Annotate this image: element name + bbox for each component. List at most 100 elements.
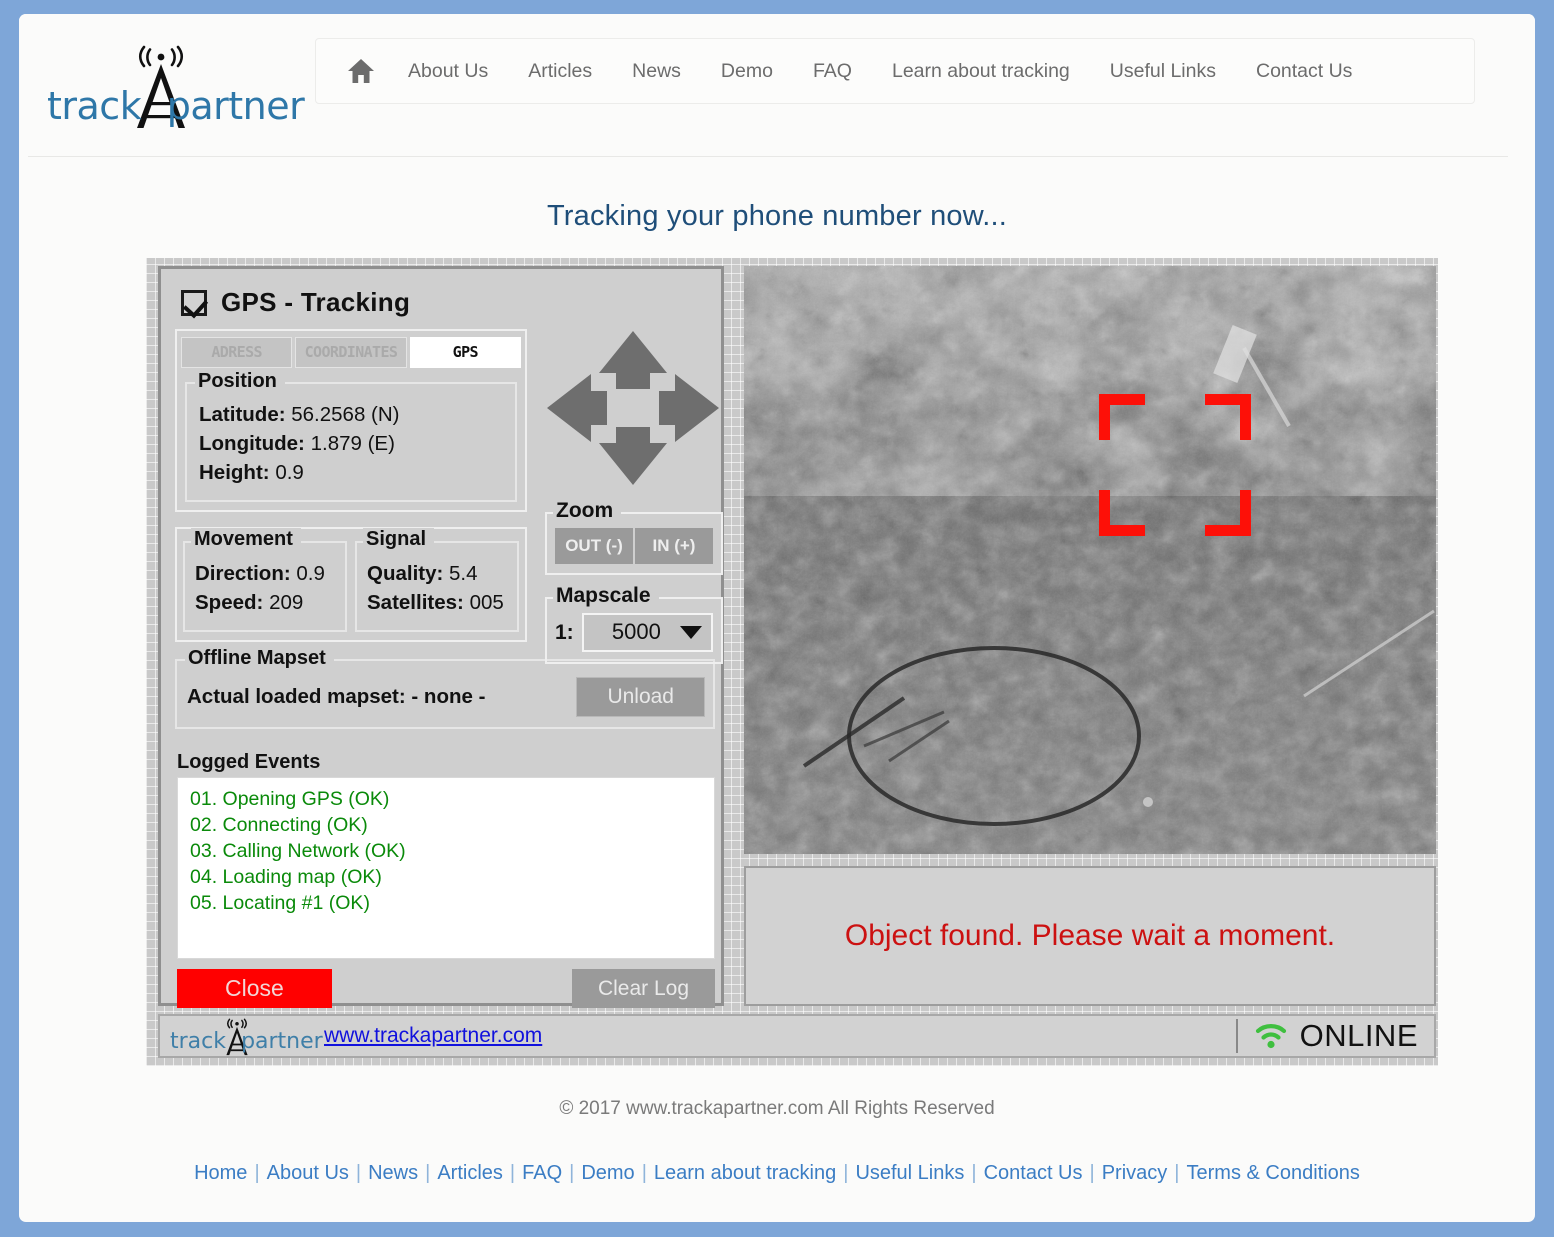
longitude-label: Longitude: [199,432,305,455]
unload-button[interactable]: Unload [576,677,705,717]
site-logo[interactable]: trackApartner [47,34,305,134]
latitude-label: Latitude: [199,403,286,426]
footer-link-news[interactable]: News [366,1162,420,1184]
status-bar-url-link[interactable]: www.trackapartner.com [324,1024,542,1048]
footer-link-demo[interactable]: Demo [579,1162,636,1184]
movement-group: Movement Direction: 0.9 Speed: 209 [183,528,347,632]
nav-item-useful-links[interactable]: Useful Links [1090,38,1236,104]
footer-separator: | [355,1162,362,1184]
height-value: 0.9 [275,461,304,484]
footer-separator: | [1089,1162,1095,1184]
footer-links: Home | About Us | News | Articles | FAQ | Demo | Lea… [19,1162,1535,1185]
mapscale-group: Mapscale 1: 5000 [545,584,723,664]
header-divider [28,156,1508,157]
footer-link-home[interactable]: Home [192,1162,249,1184]
nav-item-demo[interactable]: Demo [701,38,793,104]
footer-separator: | [641,1162,647,1184]
map-imagery [744,266,1436,854]
footer-separator: | [843,1162,849,1184]
mapscale-prefix: 1: [555,620,574,644]
logged-events-list[interactable]: 01. Opening GPS (OK) 02. Connecting (OK)… [177,777,715,959]
page-title: Tracking your phone number now... [546,200,1008,232]
nav-item-home[interactable] [334,39,388,103]
tracking-app-shell: GPS - Tracking ADRESS COORDINATES GPS Po… [146,258,1438,1066]
status-logo-partner: partner [241,1029,323,1054]
info-tabs-block: ADRESS COORDINATES GPS Position Latitude… [175,329,527,512]
footer-separator: | [1174,1162,1180,1184]
footer-separator: | [254,1162,260,1184]
position-group: Position Latitude: 56.2568 (N) Longitude… [185,370,517,502]
main-navigation: About Us Articles News Demo FAQ Learn ab… [315,38,1475,104]
footer-link-articles[interactable]: Articles [435,1162,505,1184]
tab-gps[interactable]: GPS [409,337,521,368]
status-logo-track: track [170,1029,226,1054]
footer-link-useful-links[interactable]: Useful Links [853,1162,966,1184]
direction-value: 0.9 [296,562,325,585]
panel-title: GPS - Tracking [221,287,411,317]
map-controls-column: Zoom OUT (-) IN (+) Mapscale 1: 5000 [545,329,723,664]
nav-item-faq[interactable]: FAQ [793,38,872,104]
mapscale-legend: Mapscale [553,584,659,608]
satellites-value: 005 [469,591,504,614]
page-card: trackApartner About Us Articles News Dem… [19,14,1535,1222]
footer-separator: | [971,1162,977,1184]
reticle-corner [1099,394,1145,440]
tab-adress[interactable]: ADRESS [181,337,293,368]
footer-link-contact-us[interactable]: Contact Us [982,1162,1085,1184]
satellite-map[interactable] [744,266,1436,854]
nav-item-articles[interactable]: Articles [508,38,612,104]
movement-legend: Movement [191,528,301,551]
footer-link-terms[interactable]: Terms & Conditions [1185,1162,1362,1184]
nav-item-news[interactable]: News [612,38,701,104]
home-icon [348,59,374,83]
close-button[interactable]: Close [177,969,332,1008]
zoom-group: Zoom OUT (-) IN (+) [545,499,723,575]
footer-link-learn-about-tracking[interactable]: Learn about tracking [652,1162,838,1184]
app-status-bar: trackApartner www.trackapartner.com ONLI… [158,1014,1436,1058]
log-button-row: Close Clear Log [177,969,715,1008]
logged-events-title: Logged Events [177,751,321,773]
panel-header: GPS - Tracking [181,287,711,318]
mapset-legend: Offline Mapset [185,647,334,670]
zoom-in-button[interactable]: IN (+) [635,528,713,564]
quality-row: Quality: 5.4 [367,562,511,586]
status-logo-wordmark: trackApartner [170,1029,323,1054]
satellites-label: Satellites: [367,591,464,614]
footer-link-about-us[interactable]: About Us [265,1162,351,1184]
latitude-value: 56.2568 (N) [291,403,400,426]
offline-mapset-group: Offline Mapset Actual loaded mapset: - n… [175,647,715,729]
gps-control-panel: GPS - Tracking ADRESS COORDINATES GPS Po… [158,266,724,1008]
zoom-out-button[interactable]: OUT (-) [555,528,633,564]
target-reticle-icon [1099,394,1251,536]
log-entry: 05. Locating #1 (OK) [190,892,370,914]
status-message-text: Object found. Please wait a moment. [844,919,1336,952]
footer-link-privacy[interactable]: Privacy [1100,1162,1170,1184]
logo-text-track: track [47,84,142,128]
longitude-row: Longitude: 1.879 (E) [199,432,509,456]
nav-item-about-us[interactable]: About Us [388,38,508,104]
tab-coordinates[interactable]: COORDINATES [295,337,407,368]
nav-item-contact-us[interactable]: Contact Us [1236,38,1372,104]
status-message-panel: Object found. Please wait a moment. [744,866,1436,1006]
footer-separator: | [509,1162,516,1184]
latitude-row: Latitude: 56.2568 (N) [199,403,509,427]
speed-label: Speed: [195,591,264,614]
signal-group: Signal Quality: 5.4 Satellites: 005 [355,528,519,632]
position-legend: Position [195,370,285,393]
clear-log-button[interactable]: Clear Log [571,969,715,1008]
direction-label: Direction: [195,562,291,585]
pan-arrows-icon[interactable] [545,329,721,487]
quality-value: 5.4 [449,562,478,585]
logo-wordmark: trackApartner [47,84,305,128]
longitude-value: 1.879 (E) [310,432,395,455]
log-entry: 01. Opening GPS (OK) [190,788,390,810]
nav-item-learn-about-tracking[interactable]: Learn about tracking [872,38,1090,104]
mapscale-select[interactable]: 5000 [581,613,713,652]
signal-legend: Signal [363,528,435,551]
gps-tracking-checkbox[interactable] [181,289,207,316]
copyright-text: © 2017 www.trackapartner.com All Rights … [559,1098,995,1119]
footer-link-faq[interactable]: FAQ [520,1162,564,1184]
satellites-row: Satellites: 005 [367,591,511,615]
log-entry: 04. Loading map (OK) [190,866,382,888]
log-entry: 03. Calling Network (OK) [190,840,406,862]
